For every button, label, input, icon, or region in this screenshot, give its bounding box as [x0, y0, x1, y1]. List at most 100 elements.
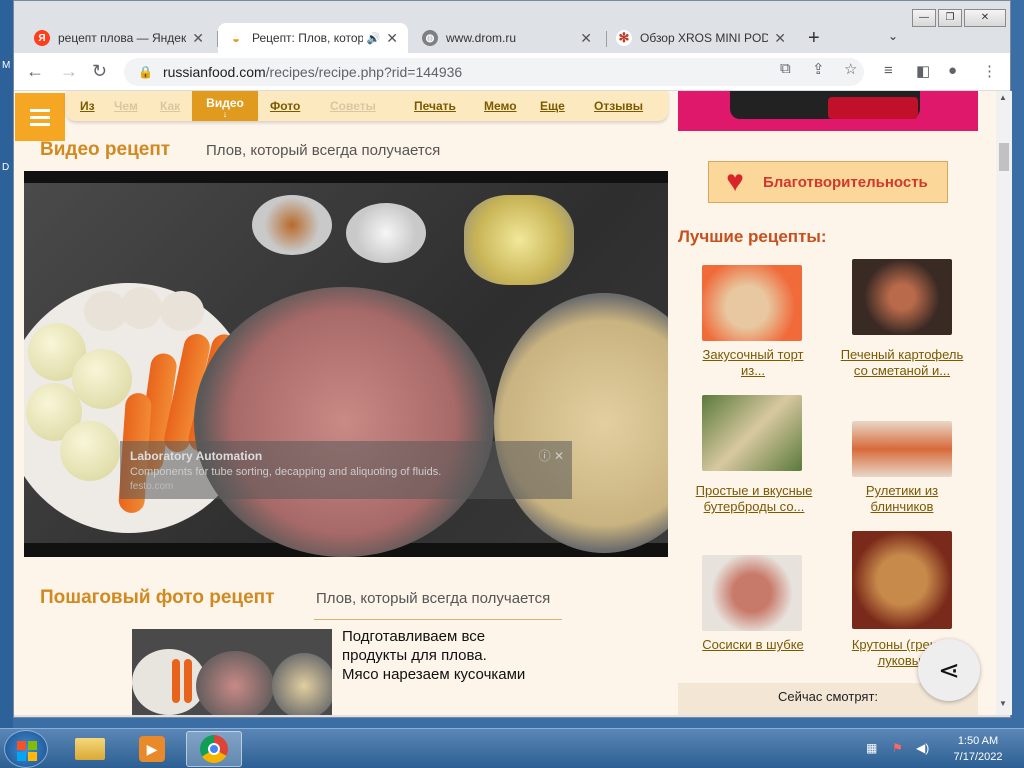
nav-link-iz[interactable]: Из: [80, 99, 95, 113]
menu-kebab-icon[interactable]: ⋮: [982, 62, 997, 80]
reload-icon[interactable]: ↻: [92, 61, 107, 82]
bookmark-star-icon[interactable]: ☆: [844, 60, 857, 78]
recipe-link-line: Закусочный торт: [702, 347, 804, 362]
best-recipes-title: Лучшие рецепты:: [678, 227, 827, 246]
tab-title: Обзор XROS MINI POD: [640, 31, 769, 45]
media-player-icon: ▶: [139, 736, 165, 762]
recipe-thumb[interactable]: [852, 259, 952, 335]
recipe-thumb[interactable]: [702, 265, 802, 341]
recipe-link[interactable]: Закусочный торт из...: [688, 347, 818, 379]
nav-link-chem[interactable]: Чем: [114, 99, 138, 113]
close-tab-icon[interactable]: ✕: [774, 30, 786, 47]
step-line: Подготавливаем все: [342, 628, 486, 645]
video-ad-overlay[interactable]: Laboratory Automation Components for tub…: [120, 441, 572, 499]
recipe-link-line: из...: [740, 363, 766, 378]
side-panel-icon[interactable]: ◧: [916, 62, 930, 80]
scroll-up-icon[interactable]: ▲: [999, 93, 1007, 102]
system-clock[interactable]: 1:50 AM 7/17/2022: [940, 733, 1016, 765]
recipe-link-line: Сосиски в шубке: [702, 637, 804, 652]
photo-section-title: Пошаговый фото рецепт: [40, 587, 275, 608]
recipe-thumb[interactable]: [702, 395, 802, 471]
nav-active-label: Видео: [206, 96, 244, 110]
desktop-edge: M D: [0, 0, 13, 728]
nav-link-video[interactable]: Видео ↓: [192, 91, 258, 121]
ad-banner[interactable]: [678, 91, 978, 131]
nav-link-otzyvy[interactable]: Отзывы: [594, 99, 643, 113]
step-photo[interactable]: [132, 629, 332, 715]
media-control-icon[interactable]: ≡: [884, 62, 893, 79]
nav-link-eshche[interactable]: Еще: [540, 99, 565, 113]
lock-icon[interactable]: 🔒: [138, 65, 153, 79]
pot-icon: ◒: [228, 30, 244, 46]
scroll-down-icon[interactable]: ▼: [999, 699, 1007, 708]
section-divider: [314, 619, 562, 620]
network-icon[interactable]: ▦: [866, 741, 877, 755]
tab-yandex[interactable]: Я рецепт плова — Яндекс ✕: [24, 23, 214, 53]
close-tab-icon[interactable]: ✕: [386, 30, 398, 47]
recipe-link-line: бутерброды со...: [703, 499, 805, 514]
recipe-link-line: Рулетики из: [865, 483, 939, 498]
nav-link-kak[interactable]: Как: [160, 99, 180, 113]
explorer-taskbar-button[interactable]: [62, 731, 118, 767]
yandex-icon: Я: [34, 30, 50, 46]
address-bar[interactable]: 🔒 russianfood.com /recipes/recipe.php?ri…: [124, 58, 864, 86]
video-section-subtitle: Плов, который всегда получается: [206, 142, 441, 159]
share-page-icon[interactable]: ⇪: [812, 60, 825, 78]
page-scrollbar[interactable]: ▲ ▼: [996, 91, 1012, 715]
recipe-thumb[interactable]: [702, 555, 802, 631]
tab-drom[interactable]: ◍ www.drom.ru ✕: [412, 23, 602, 53]
recipe-link[interactable]: Печеный картофель со сметаной и...: [832, 347, 972, 379]
nav-link-sovety[interactable]: Советы: [330, 99, 376, 113]
close-tab-icon[interactable]: ✕: [192, 30, 204, 47]
close-tab-icon[interactable]: ✕: [580, 30, 592, 47]
desktop-char: M: [2, 60, 11, 71]
back-icon[interactable]: ←: [26, 61, 44, 82]
tab-russianfood[interactable]: ◒ Рецепт: Плов, который 🔊 ✕: [218, 23, 408, 53]
recipe-link[interactable]: Рулетики из блинчиков: [842, 483, 962, 515]
ad-text: Components for tube sorting, decapping a…: [130, 466, 442, 478]
new-tab-icon[interactable]: +: [808, 27, 820, 50]
chrome-taskbar-button[interactable]: [186, 731, 242, 767]
nav-link-pechat[interactable]: Печать: [414, 99, 456, 113]
down-arrow-icon: ↓: [222, 109, 228, 119]
ad-title: Laboratory Automation: [130, 449, 263, 463]
translate-icon[interactable]: ⧉: [780, 60, 791, 77]
profile-icon[interactable]: ●: [948, 62, 957, 79]
hamburger-menu-icon[interactable]: [15, 93, 65, 141]
scroll-thumb[interactable]: [999, 143, 1009, 171]
clock-time: 1:50 AM: [957, 735, 999, 747]
ad-source: festo.com: [130, 481, 174, 492]
url-path: /recipes/recipe.php?rid=144936: [265, 64, 463, 80]
tab-xros[interactable]: ✻ Обзор XROS MINI POD ✕: [606, 23, 796, 53]
share-icon[interactable]: ⋖: [918, 639, 980, 701]
nav-link-foto[interactable]: Фото: [270, 99, 300, 113]
tab-title: www.drom.ru: [446, 31, 517, 45]
recipe-thumb[interactable]: [852, 421, 952, 477]
page-viewport: Из Чем Как Видео ↓ Фото Советы Печать Ме…: [14, 91, 996, 715]
charity-button[interactable]: ♥ Благотворительность: [708, 161, 948, 203]
recipe-link[interactable]: Сосиски в шубке: [688, 637, 818, 653]
volume-icon[interactable]: ◀): [916, 741, 929, 755]
chrome-icon: [200, 735, 228, 763]
folder-icon: [75, 738, 105, 760]
recipe-link-line: со сметаной и...: [853, 363, 951, 378]
nav-link-memo[interactable]: Мемо: [484, 99, 517, 113]
tab-title: рецепт плова — Яндекс: [58, 31, 187, 45]
browser-window: — ❐ ✕ Я рецепт плова — Яндекс ✕ ◒ Рецепт…: [13, 0, 1012, 718]
media-player-taskbar-button[interactable]: ▶: [124, 731, 180, 767]
video-player[interactable]: Laboratory Automation Components for tub…: [24, 171, 668, 557]
step-line: Мясо нарезаем кусочками: [342, 666, 526, 683]
forward-icon[interactable]: →: [60, 61, 78, 82]
flag-icon[interactable]: ⚑: [892, 741, 903, 755]
recipe-link[interactable]: Простые и вкусные бутерброды со...: [684, 483, 824, 515]
audio-icon[interactable]: 🔊: [367, 32, 381, 45]
step-1-text: Подготавливаем все продукты для плова. М…: [342, 627, 582, 684]
tab-search-chevron-icon[interactable]: ⌄: [888, 29, 898, 43]
start-button[interactable]: [4, 730, 48, 768]
taskbar: ▶ ▦ ⚑ ◀) 1:50 AM 7/17/2022: [0, 728, 1024, 768]
recipe-link-line: Простые и вкусные: [695, 483, 813, 498]
tab-title: Рецепт: Плов, который: [252, 31, 363, 45]
ad-close-icon[interactable]: ⓘ ✕: [539, 447, 564, 464]
recipe-thumb[interactable]: [852, 531, 952, 629]
clock-date: 7/17/2022: [953, 751, 1003, 763]
